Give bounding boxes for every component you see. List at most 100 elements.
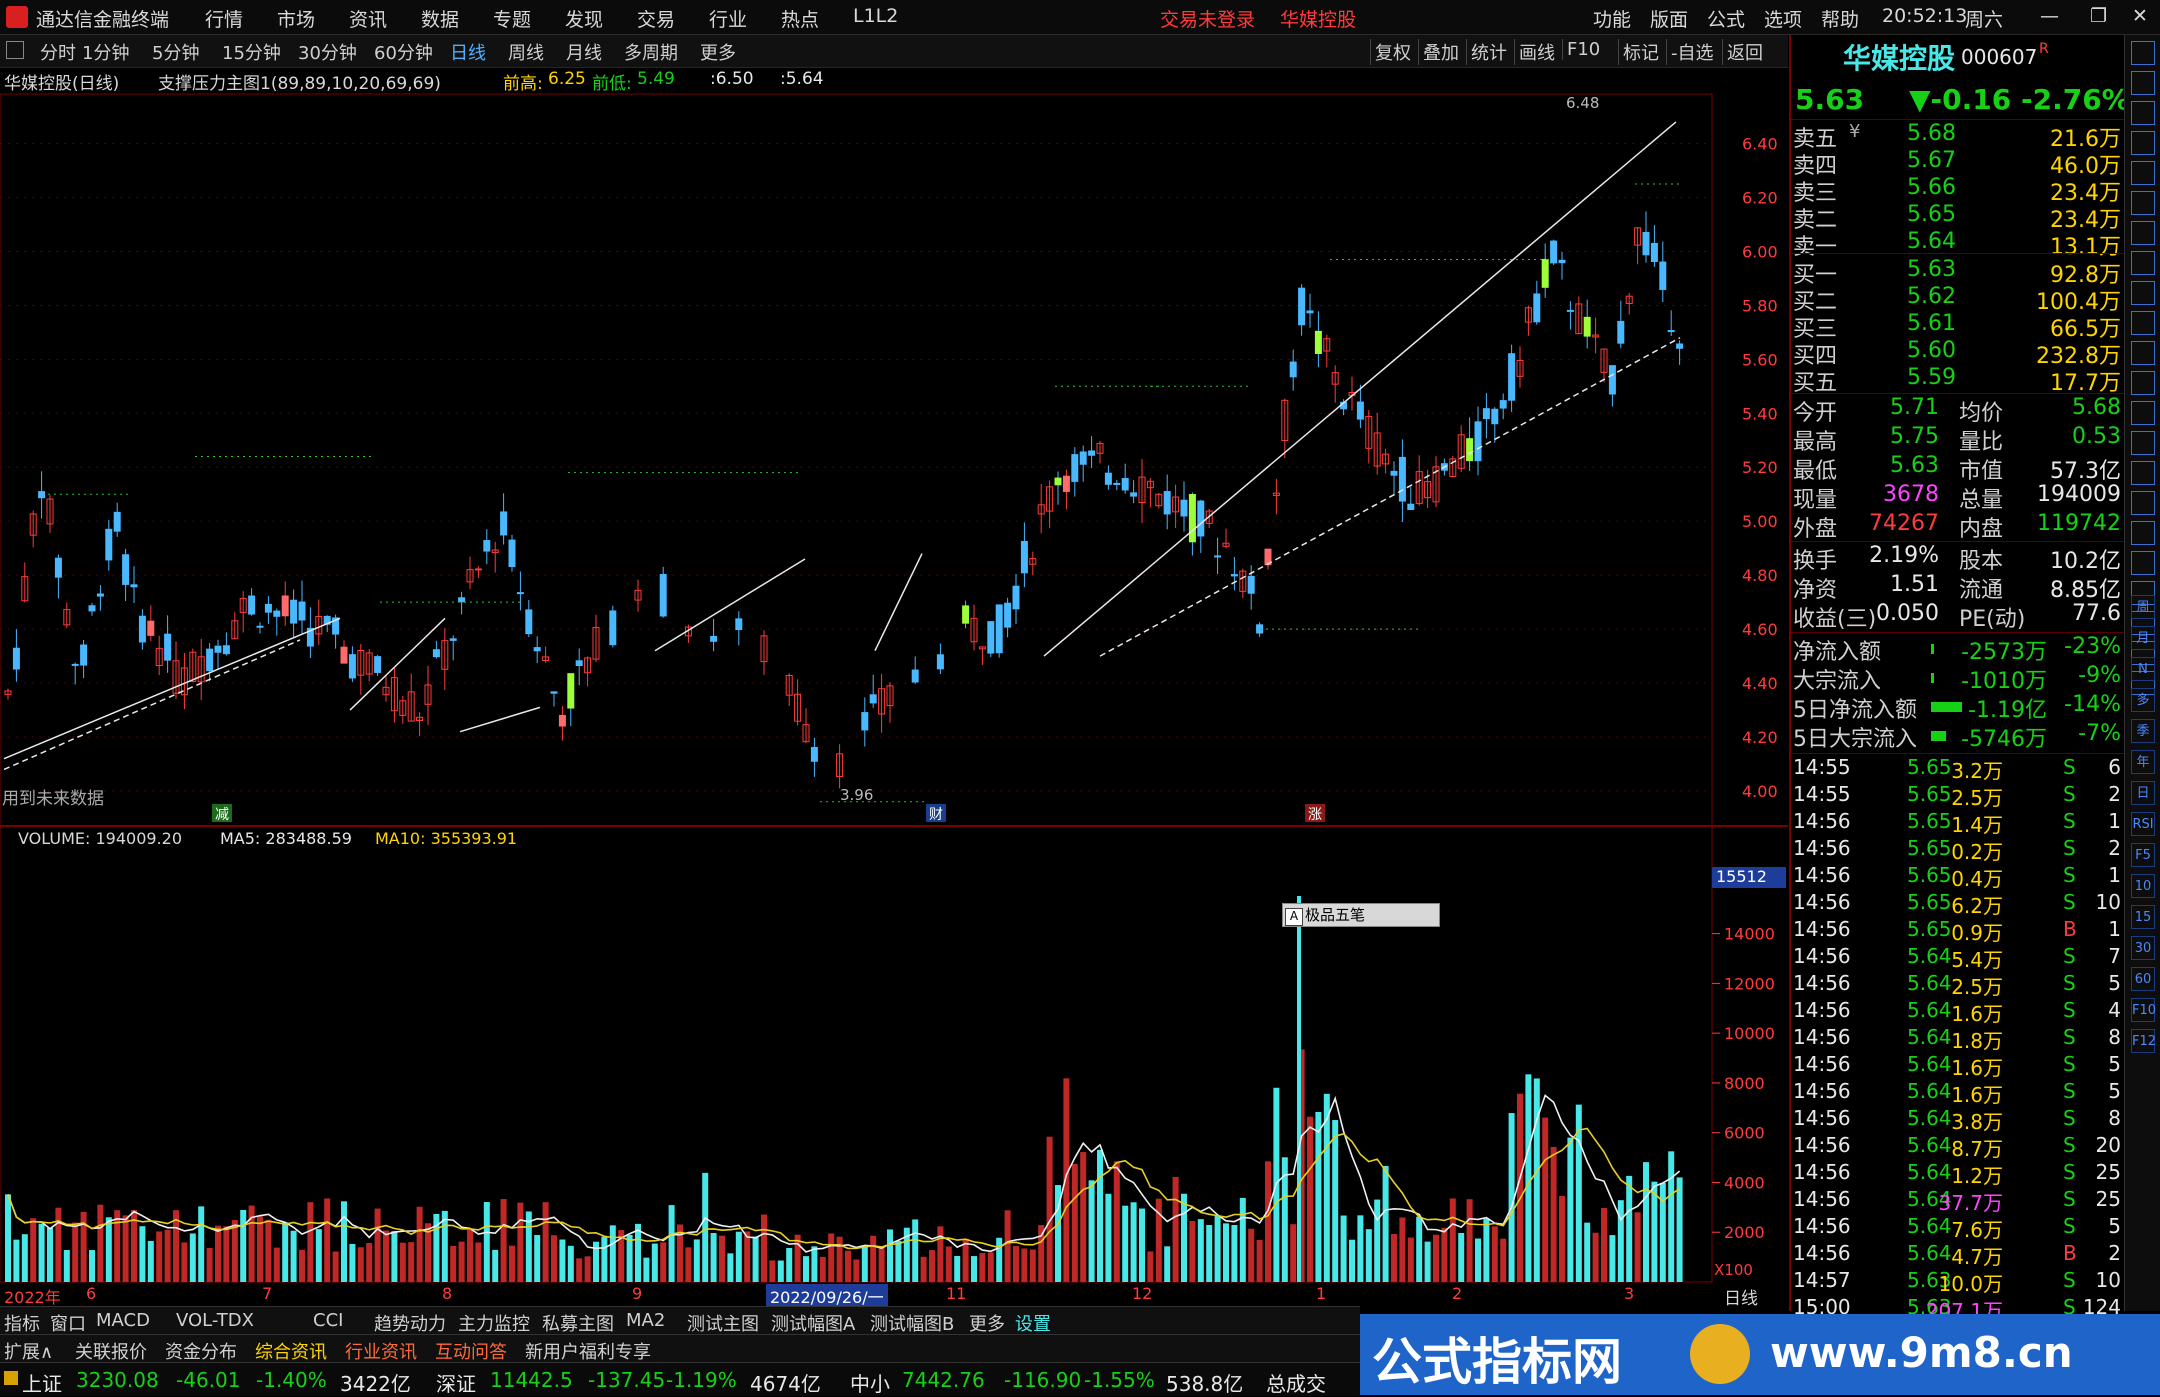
menu-item[interactable]: 发现 (565, 5, 603, 32)
period-shortcut-icon[interactable]: 15 (2131, 905, 2155, 929)
chart-tool-button[interactable]: 标记 (1618, 39, 1659, 65)
indicator-tab[interactable]: 设置 (1015, 1310, 1051, 1336)
menu-item[interactable]: 行情 (205, 5, 243, 32)
right-menu-item[interactable]: 功能 (1593, 5, 1631, 32)
indicator-tab[interactable]: CCI (313, 1310, 343, 1331)
period-shortcut-icon[interactable]: F12 (2131, 1029, 2156, 1053)
tick-row[interactable]: 14:56 5.64 4.7万 B 2 (1791, 1241, 2125, 1269)
tick-row[interactable]: 14:56 5.64 1.6万 S 5 (1791, 1052, 2125, 1080)
tool-icon[interactable] (2131, 251, 2155, 275)
indicator-tab[interactable]: 私募主图 (542, 1310, 614, 1336)
ask-price[interactable]: 5.65 (1907, 202, 1956, 227)
info-tab[interactable]: 扩展∧ (4, 1338, 53, 1364)
tool-icon[interactable] (2131, 41, 2155, 65)
indicator-tab[interactable]: 趋势动力 (374, 1310, 446, 1336)
period-shortcut-icon[interactable]: 季 (2131, 719, 2155, 743)
chart-tool-button[interactable]: 复权 (1370, 39, 1411, 65)
tick-row[interactable]: 14:56 5.64 1.8万 S 8 (1791, 1025, 2125, 1053)
bid-price[interactable]: 5.60 (1907, 338, 1956, 363)
indicator-tab[interactable]: 测试幅图A (771, 1310, 855, 1336)
period-shortcut-icon[interactable]: F5 (2131, 843, 2155, 867)
bid-price[interactable]: 5.59 (1907, 365, 1956, 390)
restore-button[interactable]: ❐ (2090, 5, 2107, 27)
tool-icon[interactable] (2131, 491, 2155, 515)
info-tab[interactable]: 资金分布 (165, 1338, 237, 1364)
info-tab[interactable]: 互动问答 (435, 1338, 507, 1364)
tick-row[interactable]: 14:56 5.64 5.4万 S 7 (1791, 944, 2125, 972)
right-menu-item[interactable]: 帮助 (1821, 5, 1859, 32)
formula-name[interactable]: 支撑压力主图1(89,89,10,20,69,69) (158, 69, 441, 94)
tick-row[interactable]: 14:56 5.65 6.2万 S 10 (1791, 890, 2125, 918)
tool-icon[interactable] (2131, 401, 2155, 425)
tool-icon[interactable] (2131, 191, 2155, 215)
tick-row[interactable]: 14:56 5.65 1.4万 S 1 (1791, 809, 2125, 837)
tool-icon[interactable] (2131, 281, 2155, 305)
tick-row[interactable]: 14:56 5.65 0.2万 S 2 (1791, 836, 2125, 864)
period-tab[interactable]: 日线 (450, 39, 486, 65)
zx-index-name[interactable]: 中小 (850, 1368, 890, 1397)
bid-price[interactable]: 5.61 (1907, 311, 1956, 336)
marker-rise[interactable]: 涨 (1305, 804, 1325, 823)
period-shortcut-icon[interactable]: 10 (2131, 874, 2155, 898)
period-tab[interactable]: 30分钟 (298, 39, 357, 65)
tick-row[interactable]: 14:56 5.64 37.7万 S 25 (1791, 1187, 2125, 1215)
period-shortcut-icon[interactable]: 周 (2131, 595, 2155, 619)
tick-row[interactable]: 14:56 5.64 1.6万 S 5 (1791, 1079, 2125, 1107)
tool-icon[interactable] (2131, 71, 2155, 95)
period-shortcut-icon[interactable]: 多 (2131, 688, 2155, 712)
tick-row[interactable]: 14:55 5.65 2.5万 S 2 (1791, 782, 2125, 810)
info-tab[interactable]: 综合资讯 (255, 1338, 327, 1364)
indicator-tab[interactable]: VOL-TDX (176, 1310, 254, 1331)
period-shortcut-icon[interactable]: 60 (2131, 967, 2155, 991)
period-tab[interactable]: 分时 (40, 39, 76, 65)
menu-item[interactable]: 交易 (637, 5, 675, 32)
kline-chart[interactable]: 4.00 4.20 4.40 4.60 4.80 5.00 5.20 5.40 5.60 5.80… (0, 68, 1788, 1311)
tool-icon[interactable] (2131, 101, 2155, 125)
info-tab[interactable]: 行业资讯 (345, 1338, 417, 1364)
menu-item[interactable]: 热点 (781, 5, 819, 32)
sz-index-name[interactable]: 深证 (436, 1368, 476, 1397)
tick-row[interactable]: 14:56 5.64 3.8万 S 8 (1791, 1106, 2125, 1134)
chart-tool-button[interactable]: -自选 (1666, 39, 1714, 65)
indicator-tab[interactable]: 指标 (4, 1310, 40, 1336)
tool-icon[interactable] (2131, 311, 2155, 335)
period-shortcut-icon[interactable]: 月 (2131, 626, 2155, 650)
tool-icon[interactable] (2131, 161, 2155, 185)
indicator-tab[interactable]: 更多 (969, 1310, 1005, 1336)
tool-icon[interactable] (2131, 551, 2155, 575)
bid-price[interactable]: 5.62 (1907, 284, 1956, 309)
period-tab[interactable]: 60分钟 (374, 39, 433, 65)
period-tab[interactable]: 月线 (566, 39, 602, 65)
tick-row[interactable]: 14:56 5.64 8.7万 S 20 (1791, 1133, 2125, 1161)
period-shortcut-icon[interactable]: 日 (2131, 781, 2155, 805)
indicator-tab[interactable]: MACD (96, 1310, 150, 1331)
tool-icon[interactable] (2131, 521, 2155, 545)
info-tab[interactable]: 新用户福利专享 (525, 1338, 651, 1364)
marker-reduce[interactable]: 减 (212, 804, 232, 823)
period-shortcut-icon[interactable]: N (2131, 657, 2155, 681)
tick-row[interactable]: 14:56 5.64 7.6万 S 5 (1791, 1214, 2125, 1242)
period-tab[interactable]: 更多 (700, 39, 736, 65)
bid-price[interactable]: 5.63 (1907, 257, 1956, 282)
menu-item[interactable]: 市场 (277, 5, 315, 32)
right-menu-item[interactable]: 选项 (1764, 5, 1802, 32)
period-shortcut-icon[interactable]: 30 (2131, 936, 2155, 960)
period-shortcut-icon[interactable]: RSI (2131, 812, 2155, 836)
login-status[interactable]: 交易未登录 (1160, 5, 1255, 32)
tool-icon[interactable] (2131, 131, 2155, 155)
period-shortcut-icon[interactable]: 年 (2131, 750, 2155, 774)
window-menu-icon[interactable] (6, 41, 24, 59)
tool-icon[interactable] (2131, 341, 2155, 365)
chart-tool-button[interactable]: 叠加 (1418, 39, 1459, 65)
ask-price[interactable]: 5.68 (1907, 121, 1956, 146)
tick-row[interactable]: 14:56 5.64 1.2万 S 25 (1791, 1160, 2125, 1188)
period-tab[interactable]: 周线 (508, 39, 544, 65)
period-tab[interactable]: 多周期 (624, 39, 678, 65)
indicator-tab[interactable]: 主力监控 (458, 1310, 530, 1336)
period-tab[interactable]: 5分钟 (152, 39, 199, 65)
minimize-button[interactable]: — (2040, 5, 2059, 27)
chart-tool-button[interactable]: 返回 (1722, 39, 1763, 65)
indicator-tab[interactable]: 测试主图 (687, 1310, 759, 1336)
chart-tool-button[interactable]: 统计 (1466, 39, 1507, 65)
marker-finance[interactable]: 财 (926, 804, 946, 823)
